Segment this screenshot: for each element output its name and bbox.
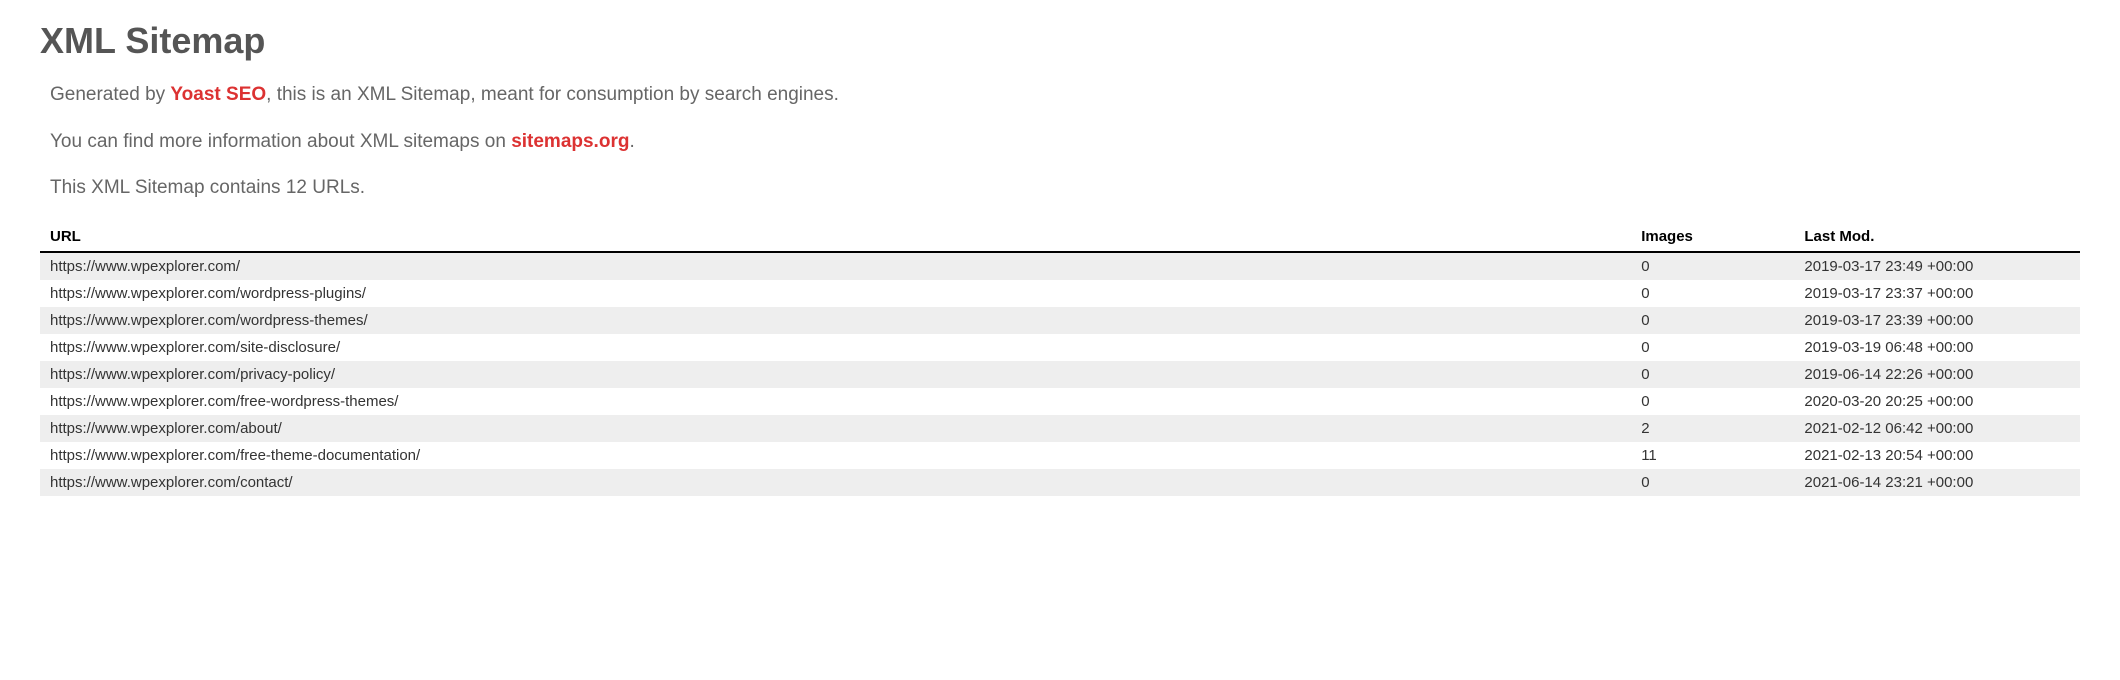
sitemap-table: URL Images Last Mod. https://www.wpexplo… — [40, 222, 2080, 496]
cell-images: 0 — [1631, 334, 1794, 361]
cell-lastmod: 2019-03-17 23:39 +00:00 — [1794, 307, 2080, 334]
intro-line-2-suffix: . — [629, 131, 634, 152]
table-row: https://www.wpexplorer.com/free-wordpres… — [40, 388, 2080, 415]
cell-images: 0 — [1631, 361, 1794, 388]
url-count-line: This XML Sitemap contains 12 URLs. — [50, 175, 2080, 202]
cell-lastmod: 2019-03-17 23:49 +00:00 — [1794, 252, 2080, 280]
page-title: XML Sitemap — [40, 20, 2080, 62]
cell-lastmod: 2021-02-12 06:42 +00:00 — [1794, 415, 2080, 442]
cell-url: https://www.wpexplorer.com/free-theme-do… — [40, 442, 1631, 469]
cell-url: https://www.wpexplorer.com/about/ — [40, 415, 1631, 442]
yoast-seo-link[interactable]: Yoast SEO — [170, 84, 266, 105]
table-row: https://www.wpexplorer.com/site-disclosu… — [40, 334, 2080, 361]
intro-block: Generated by Yoast SEO, this is an XML S… — [40, 82, 2080, 202]
cell-lastmod: 2019-06-14 22:26 +00:00 — [1794, 361, 2080, 388]
intro-line-1-suffix: , this is an XML Sitemap, meant for cons… — [266, 84, 839, 105]
table-row: https://www.wpexplorer.com/contact/02021… — [40, 469, 2080, 496]
table-row: https://www.wpexplorer.com/wordpress-plu… — [40, 280, 2080, 307]
cell-url: https://www.wpexplorer.com/ — [40, 252, 1631, 280]
table-row: https://www.wpexplorer.com/about/22021-0… — [40, 415, 2080, 442]
cell-images: 0 — [1631, 252, 1794, 280]
intro-line-2: You can find more information about XML … — [50, 129, 2080, 156]
header-lastmod: Last Mod. — [1794, 222, 2080, 252]
cell-images: 0 — [1631, 469, 1794, 496]
cell-url: https://www.wpexplorer.com/contact/ — [40, 469, 1631, 496]
intro-line-2-prefix: You can find more information about XML … — [50, 131, 511, 152]
header-images: Images — [1631, 222, 1794, 252]
table-row: https://www.wpexplorer.com/02019-03-17 2… — [40, 252, 2080, 280]
cell-lastmod: 2021-06-14 23:21 +00:00 — [1794, 469, 2080, 496]
intro-line-1-prefix: Generated by — [50, 84, 170, 105]
cell-url: https://www.wpexplorer.com/free-wordpres… — [40, 388, 1631, 415]
cell-lastmod: 2019-03-17 23:37 +00:00 — [1794, 280, 2080, 307]
cell-url: https://www.wpexplorer.com/site-disclosu… — [40, 334, 1631, 361]
cell-url: https://www.wpexplorer.com/privacy-polic… — [40, 361, 1631, 388]
cell-lastmod: 2021-02-13 20:54 +00:00 — [1794, 442, 2080, 469]
header-url: URL — [40, 222, 1631, 252]
cell-lastmod: 2020-03-20 20:25 +00:00 — [1794, 388, 2080, 415]
cell-images: 0 — [1631, 307, 1794, 334]
table-row: https://www.wpexplorer.com/privacy-polic… — [40, 361, 2080, 388]
sitemaps-org-link[interactable]: sitemaps.org — [511, 131, 629, 152]
cell-url: https://www.wpexplorer.com/wordpress-the… — [40, 307, 1631, 334]
cell-images: 0 — [1631, 280, 1794, 307]
table-row: https://www.wpexplorer.com/free-theme-do… — [40, 442, 2080, 469]
cell-url: https://www.wpexplorer.com/wordpress-plu… — [40, 280, 1631, 307]
table-row: https://www.wpexplorer.com/wordpress-the… — [40, 307, 2080, 334]
cell-images: 11 — [1631, 442, 1794, 469]
cell-lastmod: 2019-03-19 06:48 +00:00 — [1794, 334, 2080, 361]
cell-images: 2 — [1631, 415, 1794, 442]
cell-images: 0 — [1631, 388, 1794, 415]
intro-line-1: Generated by Yoast SEO, this is an XML S… — [50, 82, 2080, 109]
table-header-row: URL Images Last Mod. — [40, 222, 2080, 252]
